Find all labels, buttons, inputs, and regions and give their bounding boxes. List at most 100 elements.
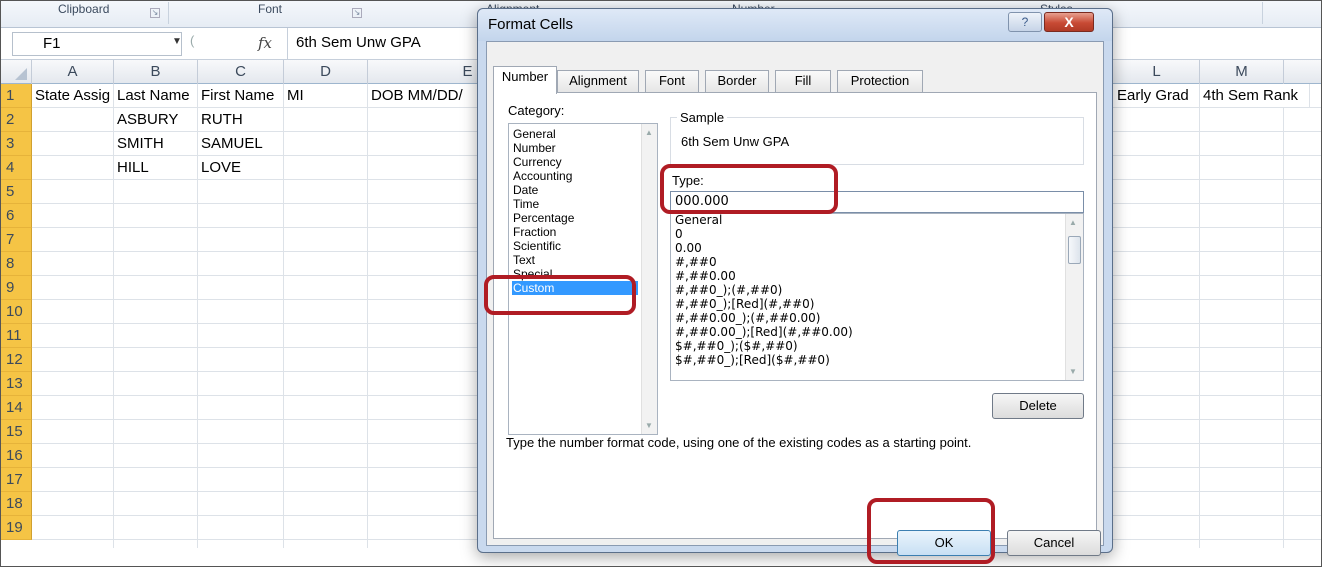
category-item-custom[interactable]: Custom [512,281,638,295]
cell-c1[interactable]: First Name [198,84,284,108]
chevron-down-icon[interactable]: ▼ [172,36,182,47]
row-header[interactable]: 3 [0,132,32,156]
format-item[interactable]: General [675,214,722,227]
category-item-time[interactable]: Time [512,197,638,211]
format-scrollbar[interactable]: ▲ ▼ [1065,214,1083,380]
close-button[interactable]: X [1044,12,1094,32]
ribbon-divider [168,2,169,24]
format-item[interactable]: 0 [675,228,683,241]
select-all-button[interactable] [0,60,32,84]
tab-fill[interactable]: Fill [775,70,831,92]
row-header[interactable]: 13 [0,372,32,396]
scroll-up-icon[interactable]: ▲ [1069,218,1077,227]
column-header-m[interactable]: M [1200,60,1284,84]
formula-input[interactable]: 6th Sem Unw GPA [296,32,421,54]
row-header[interactable]: 5 [0,180,32,204]
tab-protection[interactable]: Protection [837,70,923,92]
format-item[interactable]: #,##0.00 [675,270,736,283]
category-item-date[interactable]: Date [512,183,638,197]
column-header-b[interactable]: B [114,60,198,84]
tab-alignment[interactable]: Alignment [557,70,639,92]
category-item-currency[interactable]: Currency [512,155,638,169]
row-header[interactable]: 2 [0,108,32,132]
row-header[interactable]: 16 [0,444,32,468]
format-item[interactable]: $#,##0_);($#,##0) [675,340,798,353]
scroll-down-icon[interactable]: ▼ [645,421,653,430]
row-header[interactable]: 6 [0,204,32,228]
format-item[interactable]: #,##0_);(#,##0) [675,284,782,297]
name-box[interactable]: F1 [12,32,182,56]
tab-number[interactable]: Number [493,66,557,94]
row-header[interactable]: 14 [0,396,32,420]
scrollbar-thumb[interactable] [1068,236,1081,264]
cell-last-name[interactable]: SMITH [114,132,198,156]
ok-button[interactable]: OK [897,530,991,556]
cell-l1[interactable]: Early Grad [1114,84,1200,108]
category-item-fraction[interactable]: Fraction [512,225,638,239]
delete-button[interactable]: Delete [992,393,1084,419]
category-item-scientific[interactable]: Scientific [512,239,638,253]
row-header[interactable]: 11 [0,324,32,348]
format-item[interactable]: #,##0_);[Red](#,##0) [675,298,814,311]
cell-e1[interactable]: DOB MM/DD/ [368,84,478,108]
row-header[interactable]: 15 [0,420,32,444]
cell-a1[interactable]: State Assig [32,84,114,108]
column-header-l[interactable]: L [1114,60,1200,84]
row-header[interactable]: 7 [0,228,32,252]
cell-first-name[interactable]: RUTH [198,108,284,132]
row-header[interactable]: 8 [0,252,32,276]
category-scrollbar[interactable]: ▲ ▼ [641,124,657,434]
cell-last-name[interactable]: ASBURY [114,108,198,132]
tab-border[interactable]: Border [705,70,769,92]
category-item-percentage[interactable]: Percentage [512,211,638,225]
cell-first-name[interactable]: SAMUEL [198,132,284,156]
format-item[interactable]: #,##0 [675,256,717,269]
format-code-list[interactable]: General 0 0.00 #,##0 #,##0.00 #,##0_);(#… [670,213,1084,381]
cell-m1[interactable]: 4th Sem Rank [1200,84,1310,108]
tab-font[interactable]: Font [645,70,699,92]
row-header[interactable]: 18 [0,492,32,516]
help-button[interactable]: ? [1008,12,1042,32]
dialog-title: Format Cells [488,16,574,33]
category-item-text[interactable]: Text [512,253,638,267]
insert-function-button[interactable]: fx [258,34,272,52]
row-header[interactable]: 10 [0,300,32,324]
category-item-general[interactable]: General [512,127,638,141]
formula-bar-handle-icon: ( [190,33,195,48]
format-item[interactable]: $#,##0_);[Red]($#,##0) [675,354,830,367]
row-header[interactable]: 17 [0,468,32,492]
scroll-down-icon[interactable]: ▼ [1069,367,1077,376]
row-header[interactable]: 1 [0,84,32,108]
grid-line [283,108,284,548]
row-header[interactable]: 9 [0,276,32,300]
cell-first-name[interactable]: LOVE [198,156,284,180]
format-item[interactable]: #,##0.00_);[Red](#,##0.00) [675,326,853,339]
grid-line [367,108,368,548]
grid-line [113,108,114,548]
format-item[interactable]: #,##0.00_);(#,##0.00) [675,312,820,325]
category-item-accounting[interactable]: Accounting [512,169,638,183]
cell-d1[interactable]: MI [284,84,368,108]
scroll-up-icon[interactable]: ▲ [645,128,653,137]
category-item-special[interactable]: Special [512,267,638,281]
row-header[interactable]: 4 [0,156,32,180]
dialog-titlebar[interactable]: Format Cells ? X [478,9,1112,41]
column-header-c[interactable]: C [198,60,284,84]
cell-last-name[interactable]: HILL [114,156,198,180]
format-item[interactable]: 0.00 [675,242,702,255]
type-input[interactable]: 000.000 [670,191,1084,213]
cancel-button[interactable]: Cancel [1007,530,1101,556]
column-header-a[interactable]: A [32,60,114,84]
font-launcher-icon[interactable]: ↘ [352,8,362,18]
format-cells-dialog: Format Cells ? X Number Alignment Font B… [477,8,1113,556]
category-item-number[interactable]: Number [512,141,638,155]
column-header-d[interactable]: D [284,60,368,84]
row-header[interactable]: 12 [0,348,32,372]
cell-b1[interactable]: Last Name [114,84,198,108]
category-list[interactable]: General Number Currency Accounting Date … [508,123,658,435]
sample-value: 6th Sem Unw GPA [681,134,790,149]
category-label: Category: [508,103,565,118]
grid-line [197,108,198,548]
row-header[interactable]: 19 [0,516,32,540]
clipboard-launcher-icon[interactable]: ↘ [150,8,160,18]
